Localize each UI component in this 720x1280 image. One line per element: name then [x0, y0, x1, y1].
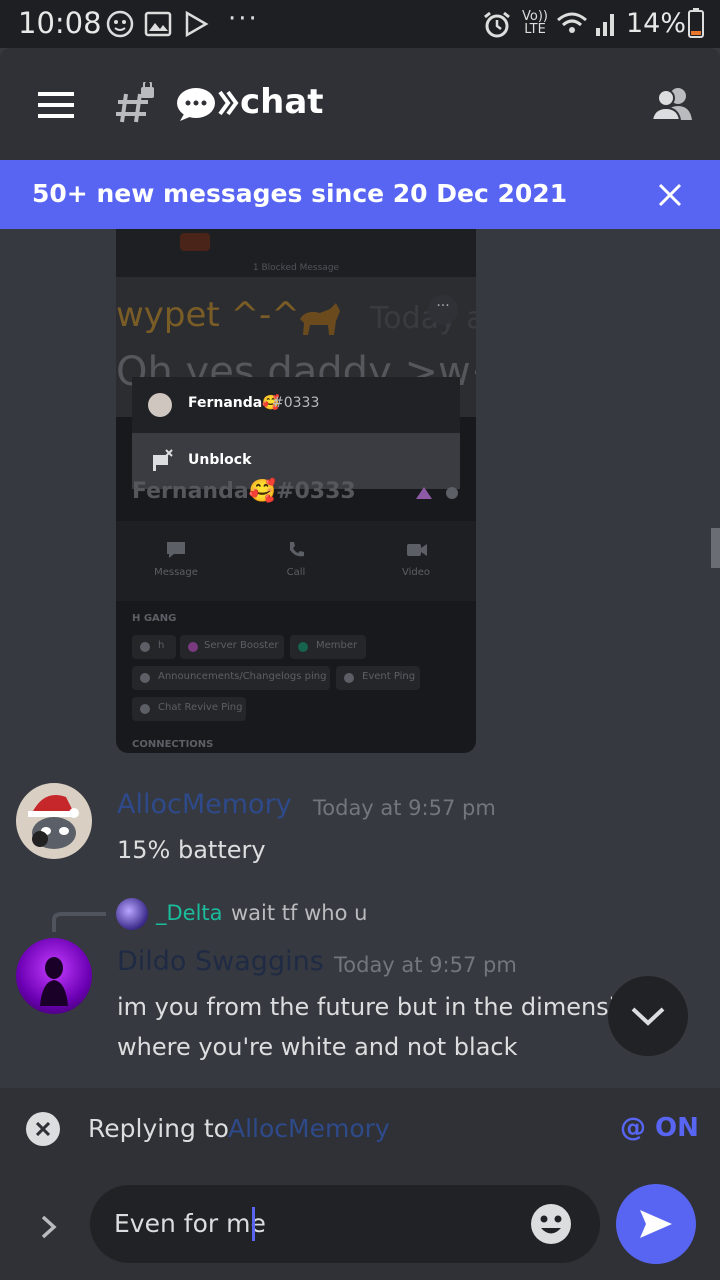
message-input-value[interactable]: Even for me: [114, 1209, 266, 1238]
avatar-fragment: [180, 233, 210, 251]
reply-preview[interactable]: wait tf who u: [231, 901, 367, 925]
channel-name: chat: [240, 82, 324, 122]
network-type: Vo)) LTE: [522, 9, 548, 37]
new-messages-text: 50+ new messages since 20 Dec 2021: [32, 179, 568, 208]
action-video-label: Video: [401, 567, 431, 578]
alarm-icon: [484, 11, 510, 38]
message-author[interactable]: AllocMemory: [117, 789, 292, 820]
timestamp-behind: Today a: [370, 301, 476, 336]
new-messages-banner[interactable]: 50+ new messages since 20 Dec 2021: [0, 160, 720, 229]
context-popup: Fernanda🥰 #0333 Unblock: [132, 377, 460, 489]
cancel-reply-button[interactable]: [26, 1112, 60, 1146]
popup-username: Fernanda🥰: [188, 395, 280, 411]
role-chip: Announcements/Changelogs ping: [132, 666, 330, 690]
role-chip: h: [132, 635, 176, 659]
server-name: H GANG: [132, 613, 177, 624]
play-store-icon: [185, 10, 209, 38]
close-icon[interactable]: [658, 183, 682, 207]
close-icon: [36, 1122, 50, 1136]
more-options-icon: ···: [428, 295, 458, 325]
message-composer: Even for me: [0, 1168, 720, 1280]
message-author[interactable]: Dildo Swaggins: [117, 946, 324, 977]
gallery-icon: [144, 11, 172, 37]
emoji-icon[interactable]: [530, 1203, 572, 1245]
channel-header: chat: [0, 48, 720, 160]
author-name-behind: wypet ^-^: [116, 295, 300, 335]
popup-avatar: [148, 393, 172, 417]
app-notification-icon: [106, 10, 134, 38]
role-chip: Chat Revive Ping: [132, 697, 246, 721]
reply-target: AllocMemory: [228, 1114, 390, 1143]
flag-icon: [153, 449, 173, 471]
battery-percent: 14%: [626, 8, 687, 39]
speech-bubble-icon: [177, 88, 239, 121]
role-label: Member: [316, 640, 358, 651]
signal-icon: [557, 12, 614, 36]
message-text: im you from the future but in the dimens…: [117, 993, 612, 1021]
reply-avatar: [116, 898, 148, 930]
role-dot: [140, 673, 150, 683]
attached-image[interactable]: 1 Blocked Message wypet ^-^ Today a ··· …: [116, 229, 476, 753]
role-label: Event Ping: [362, 671, 416, 682]
action-message-label: Message: [154, 567, 198, 578]
badges-icon: [416, 487, 458, 499]
role-chip: Member: [290, 635, 366, 659]
message-timestamp: Today at 9:57 pm: [334, 953, 517, 977]
menu-icon[interactable]: [38, 90, 74, 120]
connections-label: CONNECTIONS: [132, 739, 214, 750]
role-dot: [140, 704, 150, 714]
message-icon: [167, 542, 185, 558]
more-notifications-icon: ···: [228, 4, 259, 34]
user-avatar-icon: [40, 957, 68, 1006]
role-dot: [140, 642, 150, 652]
dog-emoji-icon: [300, 303, 340, 335]
status-bar: 10:08 ··· Vo)) LTE 14%: [0, 0, 720, 48]
text-cursor: [252, 1207, 255, 1241]
role-dot: [298, 642, 308, 652]
profile-name: Fernanda🥰#0333: [132, 479, 356, 504]
chevron-right-icon[interactable]: [40, 1214, 58, 1240]
chevron-down-icon: [631, 1007, 665, 1026]
blocked-message-label: 1 Blocked Message: [252, 263, 340, 273]
message-text: 15% battery: [117, 836, 266, 864]
popup-tag: #0333: [272, 395, 320, 411]
role-label: Chat Revive Ping: [158, 702, 243, 713]
scrollbar-thumb[interactable]: [711, 528, 720, 568]
avatar[interactable]: [16, 938, 92, 1014]
replying-to-label: Replying to: [88, 1114, 237, 1143]
jump-to-present-button[interactable]: [608, 976, 688, 1056]
reply-author[interactable]: _Delta: [156, 901, 223, 925]
video-icon: [407, 544, 427, 556]
message-text: where you're white and not black: [117, 1033, 518, 1061]
send-button[interactable]: [616, 1184, 696, 1264]
message-timestamp: Today at 9:57 pm: [313, 796, 496, 820]
send-icon: [640, 1210, 672, 1238]
role-dot: [188, 642, 198, 652]
mention-toggle[interactable]: @ ON: [620, 1113, 699, 1143]
message-input-field[interactable]: Even for me: [90, 1185, 600, 1263]
call-icon: [290, 542, 304, 557]
role-chip: Server Booster: [180, 635, 284, 659]
reply-bar: Replying to AllocMemory @ ON: [0, 1088, 720, 1168]
role-dot: [344, 673, 354, 683]
locked-channel-icon: [116, 82, 154, 123]
reply-connector: [52, 912, 106, 932]
member-list-icon[interactable]: [650, 86, 694, 122]
role-label: h: [158, 640, 165, 651]
avatar[interactable]: [16, 783, 92, 859]
role-label: Announcements/Changelogs ping: [158, 671, 327, 682]
status-time: 10:08: [18, 6, 102, 40]
action-call-label: Call: [286, 567, 306, 578]
unblock-label: Unblock: [188, 452, 252, 468]
role-chip: Event Ping: [336, 666, 420, 690]
role-label: Server Booster: [204, 640, 279, 651]
battery-icon: [688, 8, 704, 38]
user-avatar-icon: [28, 795, 79, 849]
